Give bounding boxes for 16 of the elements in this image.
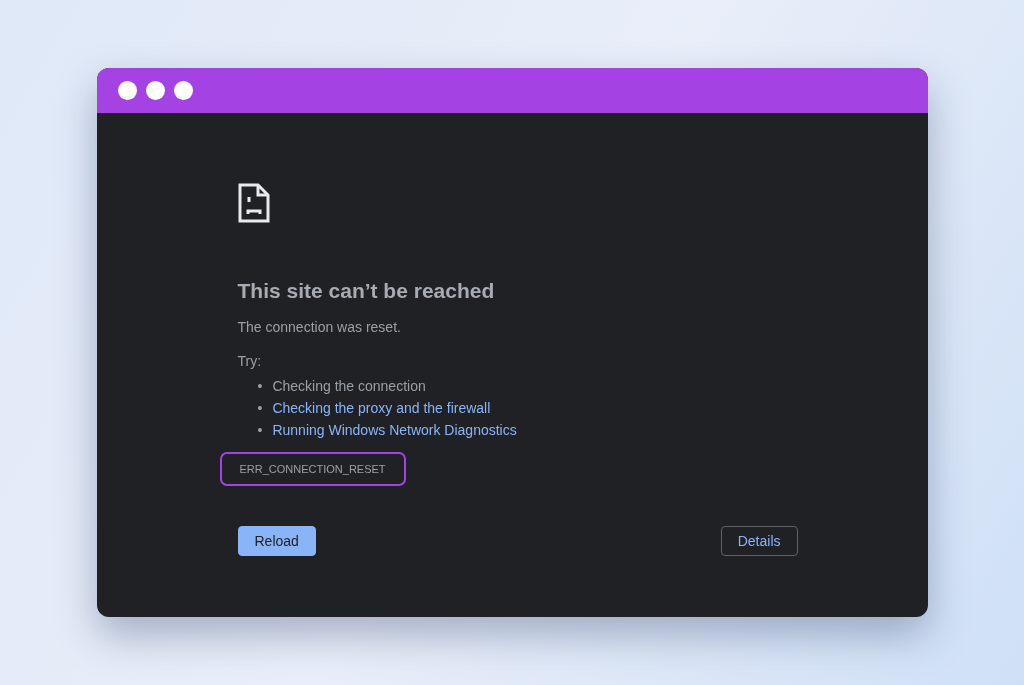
window-dot[interactable] (173, 81, 193, 100)
bullet: • (257, 399, 263, 418)
window-dot[interactable] (145, 81, 165, 100)
suggestion-link[interactable]: Running Windows Network Diagnostics (272, 419, 517, 441)
error-code: ERR_CONNECTION_RESET (219, 452, 406, 486)
error-message: The connection was reset. (237, 319, 402, 335)
error-title: This site can’t be reached (237, 279, 496, 303)
bullet: • (257, 377, 263, 396)
suggestion-link[interactable]: Checking the proxy and the firewall (272, 397, 491, 419)
reload-button[interactable]: Reload (237, 526, 316, 556)
suggestion-text: Checking the connection (272, 377, 426, 396)
bullet: • (257, 421, 263, 440)
try-label: Try: (237, 353, 263, 369)
sad-page-icon (237, 183, 270, 223)
details-button[interactable]: Details (720, 526, 798, 556)
window-dot[interactable] (117, 81, 137, 100)
